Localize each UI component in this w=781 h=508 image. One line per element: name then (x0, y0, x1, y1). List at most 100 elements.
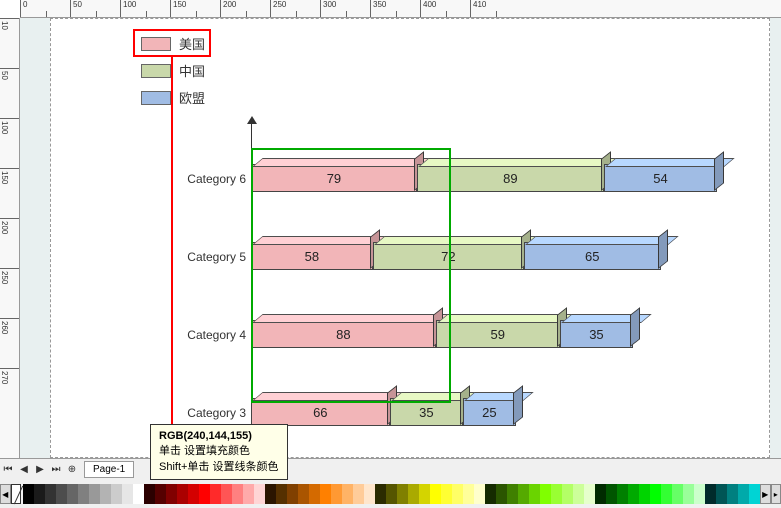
color-swatch[interactable] (408, 484, 419, 504)
color-swatch[interactable] (122, 484, 133, 504)
color-swatch[interactable] (716, 484, 727, 504)
color-swatch[interactable] (353, 484, 364, 504)
legend-item[interactable]: 中国 (141, 61, 205, 80)
color-swatch[interactable] (540, 484, 551, 504)
color-swatch[interactable] (177, 484, 188, 504)
color-swatch[interactable] (529, 484, 540, 504)
color-swatch[interactable] (78, 484, 89, 504)
color-swatch[interactable] (144, 484, 155, 504)
bar-segment[interactable]: 59 (436, 320, 560, 348)
color-swatch[interactable] (639, 484, 650, 504)
nav-next-icon[interactable]: ▶ (32, 462, 48, 478)
color-swatch[interactable] (254, 484, 265, 504)
color-swatch[interactable] (617, 484, 628, 504)
nav-prev-icon[interactable]: ◀ (16, 462, 32, 478)
color-swatch[interactable] (452, 484, 463, 504)
color-swatch[interactable] (683, 484, 694, 504)
canvas-area[interactable]: 美国中国欧盟 Category 6798954Category 5587265C… (20, 18, 781, 458)
color-swatch[interactable] (309, 484, 320, 504)
color-swatch[interactable] (628, 484, 639, 504)
legend-item[interactable]: 欧盟 (141, 88, 205, 107)
legend-label: 欧盟 (179, 88, 205, 107)
color-swatch[interactable] (562, 484, 573, 504)
color-swatch[interactable] (243, 484, 254, 504)
color-swatch[interactable] (34, 484, 45, 504)
color-swatch[interactable] (45, 484, 56, 504)
color-swatch[interactable] (496, 484, 507, 504)
nav-add-icon[interactable]: ⊕ (64, 462, 80, 478)
color-swatch[interactable] (210, 484, 221, 504)
color-swatch[interactable] (705, 484, 716, 504)
color-swatch[interactable] (661, 484, 672, 504)
chart-row[interactable]: Category 5587265 (191, 242, 251, 274)
bar-segment[interactable]: 65 (524, 242, 661, 270)
color-swatch[interactable] (650, 484, 661, 504)
color-swatch[interactable] (364, 484, 375, 504)
color-swatch[interactable] (397, 484, 408, 504)
category-label: Category 3 (176, 406, 246, 420)
color-swatch[interactable] (573, 484, 584, 504)
no-color-swatch[interactable] (11, 484, 22, 504)
color-swatch[interactable] (265, 484, 276, 504)
tooltip-line1: 单击 设置填充颜色 (159, 445, 250, 457)
color-swatch[interactable] (595, 484, 606, 504)
bar-segment[interactable]: 25 (463, 398, 516, 426)
color-swatch[interactable] (507, 484, 518, 504)
color-swatch[interactable] (221, 484, 232, 504)
color-swatch[interactable] (23, 484, 34, 504)
bar-segment[interactable]: 54 (604, 164, 717, 192)
color-swatch[interactable] (188, 484, 199, 504)
palette-swatches (23, 484, 760, 504)
tooltip-line2: Shift+单击 设置线条颜色 (159, 461, 279, 473)
color-swatch[interactable] (342, 484, 353, 504)
color-swatch[interactable] (320, 484, 331, 504)
color-swatch[interactable] (463, 484, 474, 504)
nav-first-icon[interactable]: ⏮ (0, 462, 16, 478)
color-swatch[interactable] (331, 484, 342, 504)
color-swatch[interactable] (738, 484, 749, 504)
color-swatch[interactable] (100, 484, 111, 504)
nav-last-icon[interactable]: ⏭ (48, 462, 64, 478)
selection-green-box (251, 148, 451, 403)
color-swatch[interactable] (276, 484, 287, 504)
color-swatch[interactable] (672, 484, 683, 504)
color-swatch[interactable] (551, 484, 562, 504)
page-nav-bar: ⏮ ◀ ▶ ⏭ ⊕ Page-1 (0, 458, 781, 480)
drawing-page[interactable]: 美国中国欧盟 Category 6798954Category 5587265C… (50, 18, 770, 458)
color-swatch[interactable] (386, 484, 397, 504)
color-swatch[interactable] (155, 484, 166, 504)
chart-row[interactable]: Category 4885935 (191, 320, 251, 352)
color-swatch[interactable] (419, 484, 430, 504)
color-swatch[interactable] (375, 484, 386, 504)
color-swatch[interactable] (199, 484, 210, 504)
color-swatch[interactable] (584, 484, 595, 504)
color-swatch[interactable] (727, 484, 738, 504)
palette-menu-icon[interactable]: ▸ (771, 484, 781, 504)
annotation-red-arrow (171, 57, 173, 467)
bar-segment[interactable]: 35 (560, 320, 634, 348)
color-swatch[interactable] (232, 484, 243, 504)
color-swatch[interactable] (430, 484, 441, 504)
color-swatch[interactable] (89, 484, 100, 504)
color-swatch[interactable] (749, 484, 760, 504)
chart-row[interactable]: Category 6798954 (191, 164, 251, 196)
color-swatch[interactable] (111, 484, 122, 504)
color-swatch[interactable] (133, 484, 144, 504)
color-swatch[interactable] (518, 484, 529, 504)
color-swatch[interactable] (166, 484, 177, 504)
color-swatch[interactable] (441, 484, 452, 504)
color-swatch[interactable] (606, 484, 617, 504)
palette-scroll-left-icon[interactable]: ◀ (0, 484, 11, 504)
color-swatch[interactable] (474, 484, 485, 504)
ruler-horizontal: 050100150200250300350400410 (20, 0, 781, 18)
ruler-vertical: 1050100150200250260270 (0, 18, 20, 458)
color-swatch[interactable] (694, 484, 705, 504)
palette-scroll-right-icon[interactable]: ▶ (760, 484, 771, 504)
page-tab[interactable]: Page-1 (84, 461, 134, 478)
category-label: Category 6 (176, 172, 246, 186)
color-swatch[interactable] (485, 484, 496, 504)
color-swatch[interactable] (287, 484, 298, 504)
color-swatch[interactable] (56, 484, 67, 504)
color-swatch[interactable] (298, 484, 309, 504)
color-swatch[interactable] (67, 484, 78, 504)
